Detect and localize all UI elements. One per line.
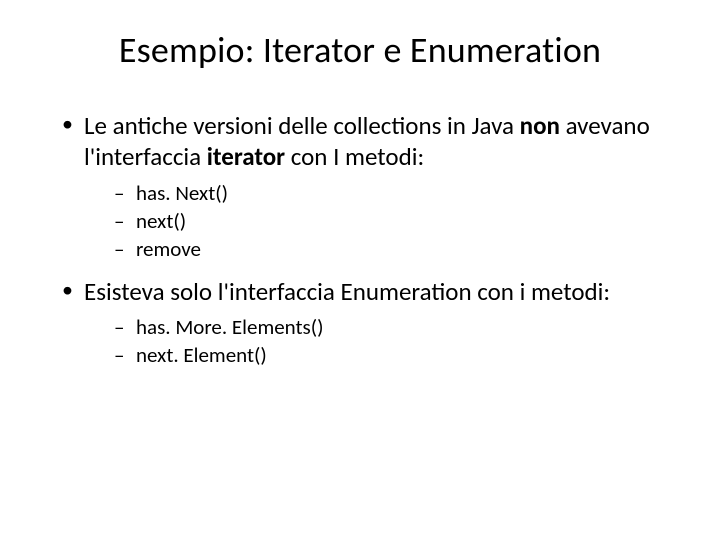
- list-item: has. Next(): [114, 179, 672, 207]
- list-item: has. More. Elements(): [114, 313, 672, 341]
- sub-list: has. More. Elements() next. Element(): [84, 313, 672, 370]
- list-item: next(): [114, 207, 672, 235]
- bullet-list: Le antiche versioni delle collections in…: [48, 110, 672, 369]
- list-item: Le antiche versioni delle collections in…: [56, 110, 672, 264]
- sub-list: has. Next() next() remove: [84, 179, 672, 264]
- bullet-text: Esisteva solo l'interfaccia Enumeration …: [84, 276, 610, 307]
- list-item: remove: [114, 235, 672, 263]
- list-item: Esisteva solo l'interfaccia Enumeration …: [56, 276, 672, 370]
- list-item: next. Element(): [114, 341, 672, 369]
- bullet-text: Le antiche versioni delle collections in…: [84, 110, 520, 141]
- bullet-bold: iterator: [207, 141, 285, 172]
- bullet-bold: non: [520, 110, 560, 141]
- bullet-text: con I metodi:: [285, 141, 424, 172]
- slide-title: Esempio: Iterator e Enumeration: [48, 28, 672, 72]
